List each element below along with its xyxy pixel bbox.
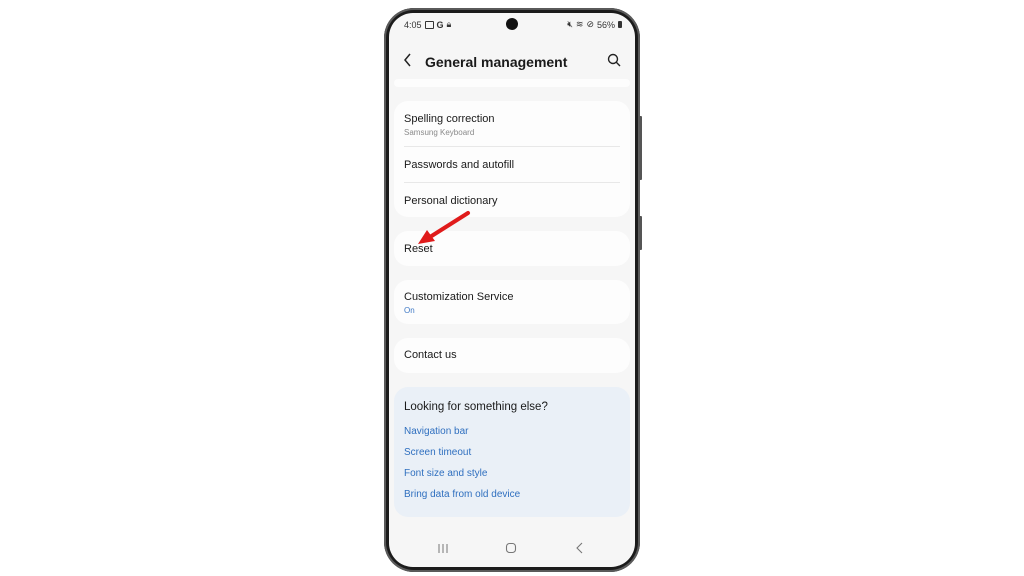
front-camera — [506, 18, 518, 30]
red-arrow-annotation — [418, 211, 470, 244]
clock: 4:05 — [404, 19, 422, 30]
recents-button[interactable] — [437, 541, 449, 559]
search-icon — [607, 53, 621, 67]
link-screen-timeout[interactable]: Screen timeout — [404, 447, 471, 458]
navigation-bar — [389, 531, 635, 567]
suggestions-card: Looking for something else? Navigation b… — [394, 387, 630, 517]
lock-icon: 🔒︎ — [446, 19, 452, 29]
google-icon: G — [436, 19, 444, 30]
divider — [404, 146, 620, 147]
contact-card[interactable]: Contact us — [394, 338, 630, 373]
back-button[interactable] — [403, 53, 413, 72]
back-nav-button[interactable] — [575, 541, 585, 559]
home-button[interactable] — [505, 541, 517, 559]
settings-item-contact-us[interactable]: Contact us — [404, 349, 457, 361]
page-title: General management — [425, 54, 568, 70]
volume-button — [639, 116, 642, 180]
phone-screen: 4:05 G 🔒︎ 🔇︎ ≋ ⊘ 56% General management … — [389, 13, 635, 567]
link-navigation-bar[interactable]: Navigation bar — [404, 426, 468, 437]
top-partial-card — [394, 79, 630, 87]
wifi-icon: ≋ — [575, 19, 584, 29]
mute-icon: 🔇︎ — [567, 19, 573, 29]
settings-item-personal-dictionary[interactable]: Personal dictionary — [404, 195, 498, 207]
do-not-disturb-icon: ⊘ — [586, 19, 594, 29]
recents-icon — [438, 544, 448, 553]
divider — [404, 182, 620, 183]
search-button[interactable] — [607, 53, 621, 72]
app-header: General management — [389, 51, 635, 75]
keyboard-settings-card: Spelling correction Samsung Keyboard Pas… — [394, 101, 630, 217]
status-bar: 4:05 G 🔒︎ 🔇︎ ≋ ⊘ 56% — [389, 13, 635, 35]
battery-icon — [618, 21, 622, 28]
settings-item-passwords-autofill[interactable]: Passwords and autofill — [404, 159, 514, 171]
suggestions-title: Looking for something else? — [404, 401, 548, 413]
power-button — [639, 216, 642, 250]
link-bring-data[interactable]: Bring data from old device — [404, 489, 520, 500]
home-icon — [505, 542, 517, 554]
customization-card[interactable]: Customization Service On — [394, 280, 630, 324]
back-nav-icon — [576, 542, 583, 554]
battery-level: 56% — [596, 19, 615, 30]
link-font-size-style[interactable]: Font size and style — [404, 468, 487, 479]
customization-status: On — [404, 306, 415, 315]
gallery-icon — [424, 20, 434, 29]
settings-item-customization-service[interactable]: Customization Service — [404, 291, 513, 303]
